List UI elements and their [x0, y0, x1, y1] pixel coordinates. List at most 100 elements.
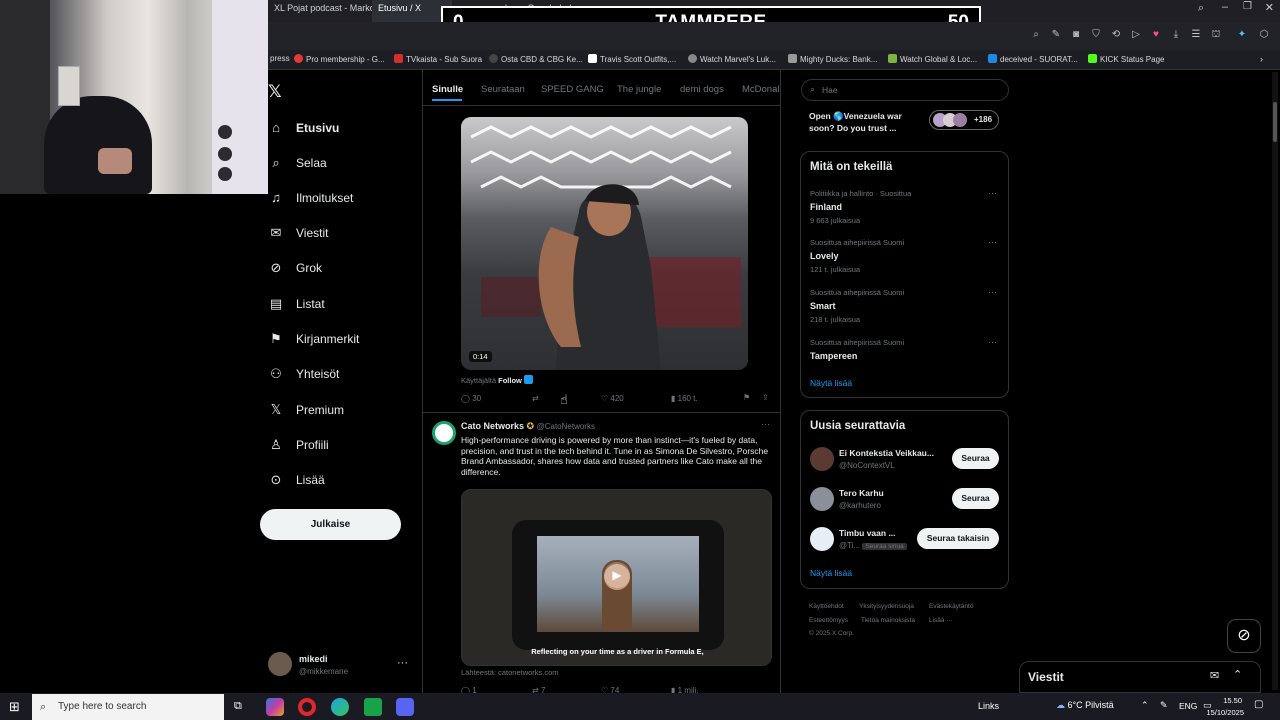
nav-explore[interactable]: ⌕ Selaa: [268, 155, 326, 179]
footer-link[interactable]: Esteettömyys: [809, 617, 848, 624]
nav-home[interactable]: ⌂ Etusivu: [268, 120, 339, 144]
tab-list[interactable]: SPEED GANG: [541, 84, 604, 95]
heart-icon[interactable]: ♥: [1150, 29, 1162, 41]
avatar[interactable]: [810, 487, 834, 511]
source-link[interactable]: Lähteestä: catonetworks.com: [461, 668, 559, 677]
pen-icon[interactable]: ✎: [1160, 700, 1168, 711]
play-icon[interactable]: ▶: [604, 562, 630, 588]
post-button[interactable]: Julkaise: [260, 509, 401, 540]
trend-item[interactable]: Politiikka ja hallinto · Suosittua Finla…: [810, 189, 911, 225]
restore-icon[interactable]: ❐: [1243, 1, 1252, 12]
app-icon[interactable]: [266, 698, 284, 716]
follow-button[interactable]: Seuraa: [952, 488, 999, 509]
camera-icon[interactable]: ◙: [1070, 29, 1082, 41]
taskbar-search-input[interactable]: ⌕ Type here to search: [32, 694, 224, 720]
edit-icon[interactable]: ✎: [1050, 29, 1062, 41]
bookmark-item[interactable]: press: [270, 54, 290, 63]
trend-item[interactable]: Suosittua aihepiirissä Suomi Smart 218 t…: [810, 288, 904, 324]
tweet-author[interactable]: Cato Networks ✪ @CatoNetworks: [461, 421, 595, 432]
chevron-up-icon[interactable]: ⌃: [1233, 668, 1242, 681]
messages-drawer[interactable]: Viestit ✉ ⌃: [1019, 661, 1261, 693]
avatar[interactable]: [810, 527, 834, 551]
footer-link[interactable]: Tietoa mainoksista: [861, 617, 915, 624]
more-icon[interactable]: ···: [397, 657, 408, 669]
bookmark-item[interactable]: Mighty Ducks: Bank...: [788, 54, 877, 64]
bookmark-item[interactable]: Pro membership - G...: [294, 54, 385, 64]
browser-tab[interactable]: XL Pojat podcast - Marko: [268, 0, 372, 22]
more-icon[interactable]: ···: [988, 287, 997, 297]
nav-communities[interactable]: ⚇ Yhteisöt: [268, 366, 339, 390]
follow-link[interactable]: Follow: [498, 376, 522, 385]
tab-list[interactable]: McDonal: [742, 84, 780, 95]
nav-grok[interactable]: ⊘ Grok: [268, 260, 322, 284]
bookmark-item[interactable]: TVkaista - Sub Suora: [394, 54, 482, 64]
tweet-video[interactable]: ▶ Reflecting on your time as a driver in…: [461, 489, 772, 666]
links-toolbar[interactable]: Links: [978, 701, 999, 711]
browser-tab-active[interactable]: Etusivu / X: [372, 0, 452, 22]
footer-link[interactable]: Yksityisyydensuoja: [859, 603, 914, 610]
lock-icon[interactable]: ⛫: [1210, 29, 1222, 41]
weather-widget[interactable]: ☁ 6°C Pilvistä: [1056, 700, 1114, 711]
edge-icon[interactable]: [331, 698, 349, 716]
tab-for-you[interactable]: Sinulle: [432, 84, 463, 95]
follow-suggestion-name[interactable]: Tero Karhu: [839, 488, 884, 498]
cube-icon[interactable]: ⬡: [1258, 29, 1270, 41]
nav-profile[interactable]: ♙ Profiili: [268, 437, 329, 461]
more-icon[interactable]: ···: [988, 337, 997, 347]
trend-item[interactable]: Suosittua aihepiirissä Suomi Lovely 121 …: [810, 238, 904, 274]
bookmark-item[interactable]: Watch Marvel's Luk...: [688, 54, 776, 64]
footer-link[interactable]: Käyttöehdot: [809, 603, 844, 610]
scrollbar[interactable]: [1272, 72, 1278, 690]
nav-notifications[interactable]: ♫ Ilmoitukset: [268, 190, 353, 214]
more-icon[interactable]: ···: [988, 188, 997, 198]
minimize-icon[interactable]: –: [1222, 1, 1228, 13]
bookmark-item[interactable]: KICK Status Page: [1088, 54, 1164, 64]
bookmark-item[interactable]: Watch Global & Loc...: [888, 54, 977, 64]
notification-icon[interactable]: ▢: [1254, 699, 1263, 710]
discord-icon[interactable]: [396, 698, 414, 716]
reply-button[interactable]: ◯ 30: [461, 394, 481, 403]
opera-icon[interactable]: [298, 698, 316, 716]
footer-link[interactable]: Lisää ···: [929, 617, 953, 624]
bookmark-item[interactable]: Travis Scott Outfits,...: [588, 54, 676, 64]
bookmark-item[interactable]: Osta CBD & CBG Ke...: [489, 54, 583, 64]
windows-start-icon[interactable]: ⊞: [9, 699, 20, 715]
tweet-video[interactable]: 0:14: [461, 117, 748, 370]
promo-text[interactable]: Open 🌎Venezuela war soon? Do you trust .…: [809, 110, 927, 134]
search-icon[interactable]: ⌕: [1030, 29, 1042, 41]
clock-date[interactable]: 15/10/2025: [1196, 708, 1244, 717]
menu-icon[interactable]: ☰: [1190, 29, 1202, 41]
chevron-up-icon[interactable]: ⌃: [1141, 700, 1149, 711]
show-more-link[interactable]: Näytä lisää: [810, 378, 852, 388]
repost-icon[interactable]: ⇄: [532, 394, 539, 403]
play-icon[interactable]: ▷: [1130, 29, 1142, 41]
avatar[interactable]: [432, 421, 456, 445]
follow-back-button[interactable]: Seuraa takaisin: [917, 528, 999, 549]
follow-button[interactable]: Seuraa: [952, 448, 999, 469]
search-input[interactable]: ⌕ Hae: [801, 79, 1009, 101]
nav-bookmarks[interactable]: ⚑ Kirjanmerkit: [268, 331, 359, 355]
clock-time[interactable]: 15.50: [1202, 696, 1242, 705]
new-message-icon[interactable]: ✉: [1210, 669, 1219, 682]
nav-premium[interactable]: 𝕏 Premium: [268, 402, 344, 426]
tab-list[interactable]: The jungle: [617, 84, 661, 95]
avatar[interactable]: [268, 652, 292, 676]
footer-link[interactable]: Evästekäytäntö: [929, 603, 973, 610]
avatar[interactable]: [810, 447, 834, 471]
extension-icon[interactable]: ✦: [1236, 29, 1248, 41]
bookmark-icon[interactable]: ⚑: [743, 393, 750, 402]
task-view-icon[interactable]: ⧉: [234, 700, 242, 713]
more-icon[interactable]: ···: [988, 237, 997, 247]
close-icon[interactable]: ✕: [1265, 1, 1274, 14]
views-button[interactable]: ▮ 160 t.: [671, 394, 698, 403]
history-icon[interactable]: ⟲: [1110, 29, 1122, 41]
follow-suggestion-name[interactable]: Timbu vaan ...: [839, 528, 896, 538]
search-tabs-icon[interactable]: ⌕: [1198, 2, 1204, 15]
tab-list[interactable]: demi dogs: [680, 84, 724, 95]
tab-following[interactable]: Seurataan: [481, 84, 525, 95]
trend-item[interactable]: Suosittua aihepiirissä Suomi Tampereen: [810, 338, 904, 361]
like-button[interactable]: ♡ 420: [601, 394, 624, 403]
language-indicator[interactable]: ENG: [1179, 701, 1197, 711]
more-icon[interactable]: ···: [761, 419, 770, 429]
shield-icon[interactable]: ⛉: [1090, 29, 1102, 41]
